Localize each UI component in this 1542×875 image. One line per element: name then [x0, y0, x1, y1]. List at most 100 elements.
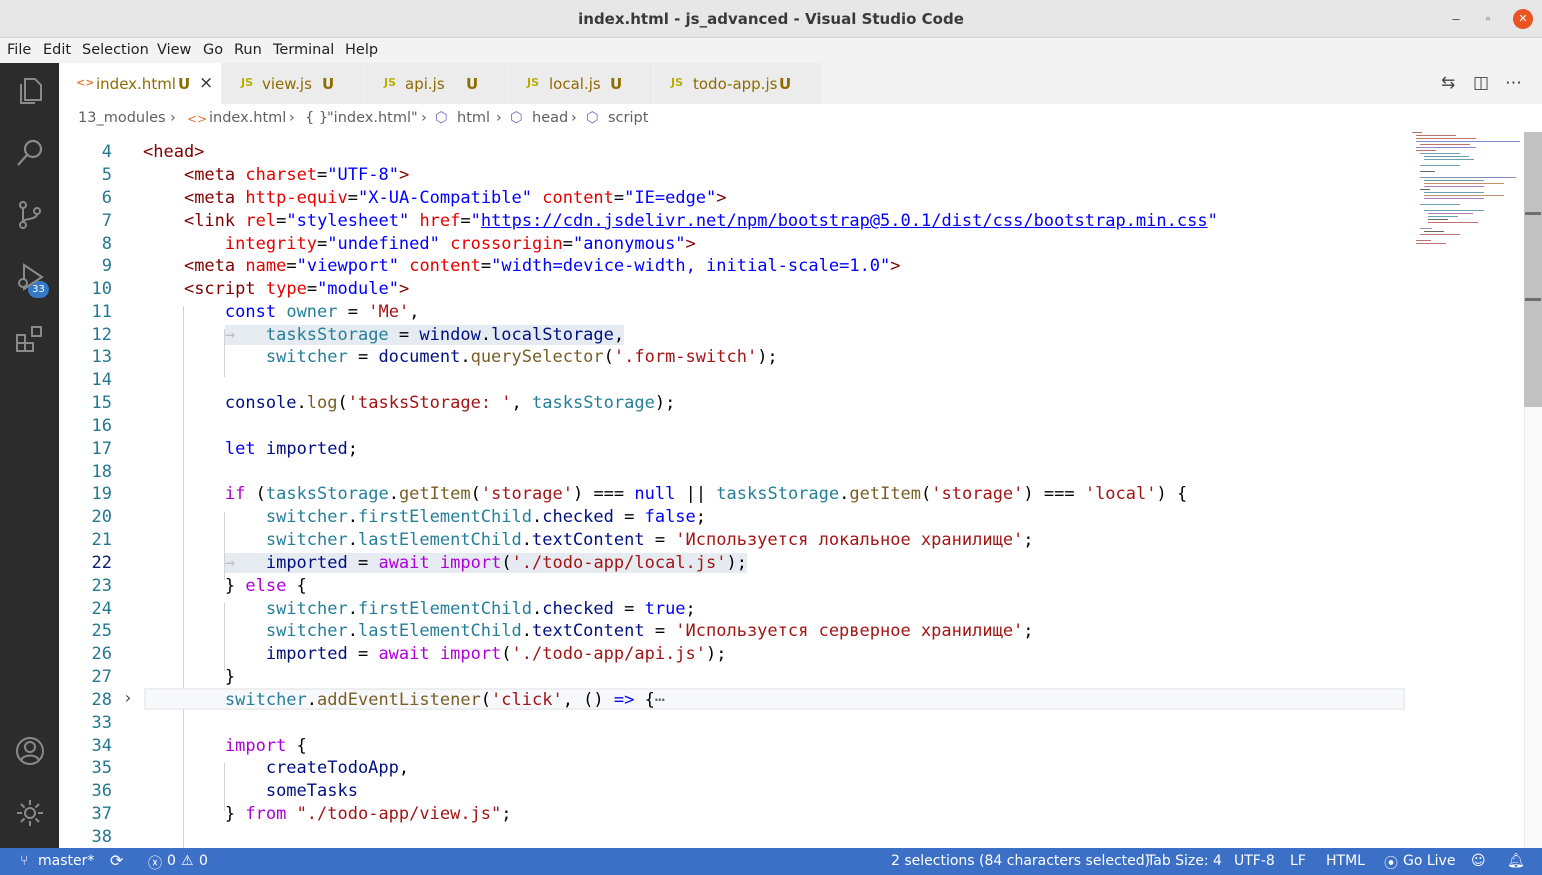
menu-terminal[interactable]: Terminal [273, 42, 334, 58]
source-control-icon[interactable] [14, 199, 46, 231]
code-line: 9 <meta name="viewport" content="width=d… [101, 256, 901, 276]
code-line: 6 <meta http-equiv="X-UA-Compatible" con… [101, 188, 727, 208]
code-line: 37 } from "./todo-app/view.js"; [91, 804, 512, 824]
code-line: 20 switcher.firstElementChild.checked = … [91, 507, 707, 527]
menu-view[interactable]: View [157, 42, 191, 58]
tab-size[interactable]: Tab Size: 4 [1147, 853, 1222, 869]
code-line: 7 <link rel="stylesheet" href="https://c… [101, 211, 1218, 231]
code-line: 12 → tasksStorage = window.localStorage, [91, 325, 625, 345]
code-line: 34 import { [91, 736, 307, 756]
open-changes-icon[interactable]: ⇆ [1441, 73, 1455, 93]
menu-edit[interactable]: Edit [43, 42, 71, 58]
activity-bar: 33 [0, 63, 59, 848]
js-file-icon: JS [241, 76, 254, 89]
breadcrumb-file[interactable]: index.html [209, 110, 286, 126]
breadcrumb-script[interactable]: script [608, 110, 648, 126]
code-line: 36 someTasks [91, 781, 358, 801]
explorer-icon[interactable] [14, 75, 46, 107]
menu-bar: File Edit Selection View Go Run Terminal… [0, 38, 1542, 63]
breadcrumb: 13_modules › <> index.html › { } "index.… [59, 104, 1542, 132]
menu-file[interactable]: File [7, 42, 31, 58]
end-of-line[interactable]: LF [1290, 853, 1306, 869]
go-live-icon: ⦿ [1384, 856, 1398, 872]
window-title: index.html - js_advanced - Visual Studio… [578, 10, 964, 28]
feedback-icon[interactable]: ☺ [1471, 853, 1486, 869]
minimize-button[interactable]: – [1446, 9, 1466, 29]
settings-gear-icon[interactable] [14, 797, 46, 829]
title-bar: index.html - js_advanced - Visual Studio… [0, 0, 1542, 38]
tab-api-js[interactable]: JS api.js U [365, 63, 509, 104]
language-mode[interactable]: HTML [1326, 853, 1365, 869]
code-line: 13 switcher = document.querySelector('.f… [91, 347, 778, 367]
code-line: 26 imported = await import('./todo-app/a… [91, 644, 727, 664]
git-branch[interactable]: master* [38, 853, 94, 869]
element-icon: ⬡ [435, 110, 448, 126]
run-debug-icon[interactable] [14, 261, 46, 293]
breadcrumb-html[interactable]: html [457, 110, 490, 126]
code-line: 4 <head> [101, 142, 205, 162]
close-window-button[interactable]: ✕ [1513, 9, 1533, 29]
scrollbar-selection-marker [1525, 298, 1541, 301]
js-file-icon: JS [384, 76, 397, 89]
code-line: 15 console.log('tasksStorage: ', tasksSt… [91, 393, 676, 413]
scrollbar-thumb[interactable] [1524, 132, 1542, 407]
code-editor[interactable]: 4 <head> 5 <meta charset="UTF-8"> 6 <meta… [59, 132, 1542, 848]
js-file-icon: JS [527, 76, 540, 89]
split-editor-icon[interactable]: ◫ [1473, 73, 1489, 93]
tab-todo-app-js[interactable]: JS todo-app.js U [654, 63, 822, 104]
braces-icon: { } [305, 110, 329, 126]
js-file-icon: JS [671, 76, 684, 89]
code-line: 11 const owner = 'Me', [91, 302, 420, 322]
encoding[interactable]: UTF-8 [1234, 853, 1275, 869]
code-line: 38 [91, 827, 112, 847]
breadcrumb-document[interactable]: "index.html" [327, 110, 418, 126]
branch-icon: ⑂ [20, 853, 29, 869]
code-line: 33 [91, 713, 112, 733]
tab-bar: <> index.html U × JS view.js U JS api.js… [59, 63, 1542, 104]
tab-view-js[interactable]: JS view.js U [222, 63, 365, 104]
code-line: 10 <script type="module"> [91, 279, 410, 299]
menu-run[interactable]: Run [234, 42, 262, 58]
sync-icon[interactable]: ⟳ [110, 851, 123, 870]
code-line: 23 } else { [91, 576, 307, 596]
selection-info[interactable]: 2 selections (84 characters selected) [891, 853, 1150, 869]
menu-help[interactable]: Help [345, 42, 378, 58]
code-line: 35 createTodoApp, [91, 758, 410, 778]
tab-local-js[interactable]: JS local.js U [509, 63, 654, 104]
warning-icon: ⚠ [181, 853, 194, 869]
error-count[interactable]: 0 [167, 853, 176, 869]
close-tab-icon[interactable]: × [199, 73, 213, 93]
menu-go[interactable]: Go [203, 42, 223, 58]
menu-selection[interactable]: Selection [82, 42, 149, 58]
account-icon[interactable] [14, 735, 46, 767]
html-file-icon: <> [76, 76, 95, 89]
tab-index-html[interactable]: <> index.html U × [59, 63, 222, 104]
element-icon: ⬡ [586, 110, 599, 126]
more-actions-icon[interactable]: ⋯ [1505, 73, 1522, 93]
code-line: 19 if (tasksStorage.getItem('storage') =… [91, 484, 1188, 504]
status-bar: ⑂ master* ⟳ ⓧ 0 ⚠ 0 2 selections (84 cha… [0, 848, 1542, 875]
notifications-bell-icon[interactable]: 🔔︎ [1507, 853, 1525, 869]
code-line: 17 let imported; [91, 439, 358, 459]
code-line: 8 integrity="undefined" crossorigin="ano… [101, 234, 696, 254]
chevron-right-icon[interactable]: › [123, 688, 133, 707]
warning-count[interactable]: 0 [199, 853, 208, 869]
element-icon: ⬡ [510, 110, 523, 126]
minimap[interactable] [1408, 130, 1524, 250]
code-line: 18 [91, 462, 112, 482]
code-line: 5 <meta charset="UTF-8"> [101, 165, 410, 185]
maximize-button[interactable]: ▫ [1478, 9, 1498, 29]
breadcrumb-head[interactable]: head [532, 110, 568, 126]
code-line: 14 [91, 370, 112, 390]
search-icon[interactable] [14, 137, 46, 169]
code-line: 27 } [91, 667, 236, 687]
code-line: 25 switcher.lastElementChild.textContent… [91, 621, 1034, 641]
extensions-icon[interactable] [14, 323, 46, 355]
code-line: 21 switcher.lastElementChild.textContent… [91, 530, 1034, 550]
go-live-button[interactable]: Go Live [1403, 853, 1455, 869]
breadcrumb-folder[interactable]: 13_modules [78, 110, 166, 126]
code-line: 24 switcher.firstElementChild.checked = … [91, 599, 696, 619]
error-icon: ⓧ [148, 856, 162, 872]
code-line-folded: 28 › switcher.addEventListener('click', (… [59, 688, 1524, 711]
html-file-icon: <> [187, 112, 208, 126]
